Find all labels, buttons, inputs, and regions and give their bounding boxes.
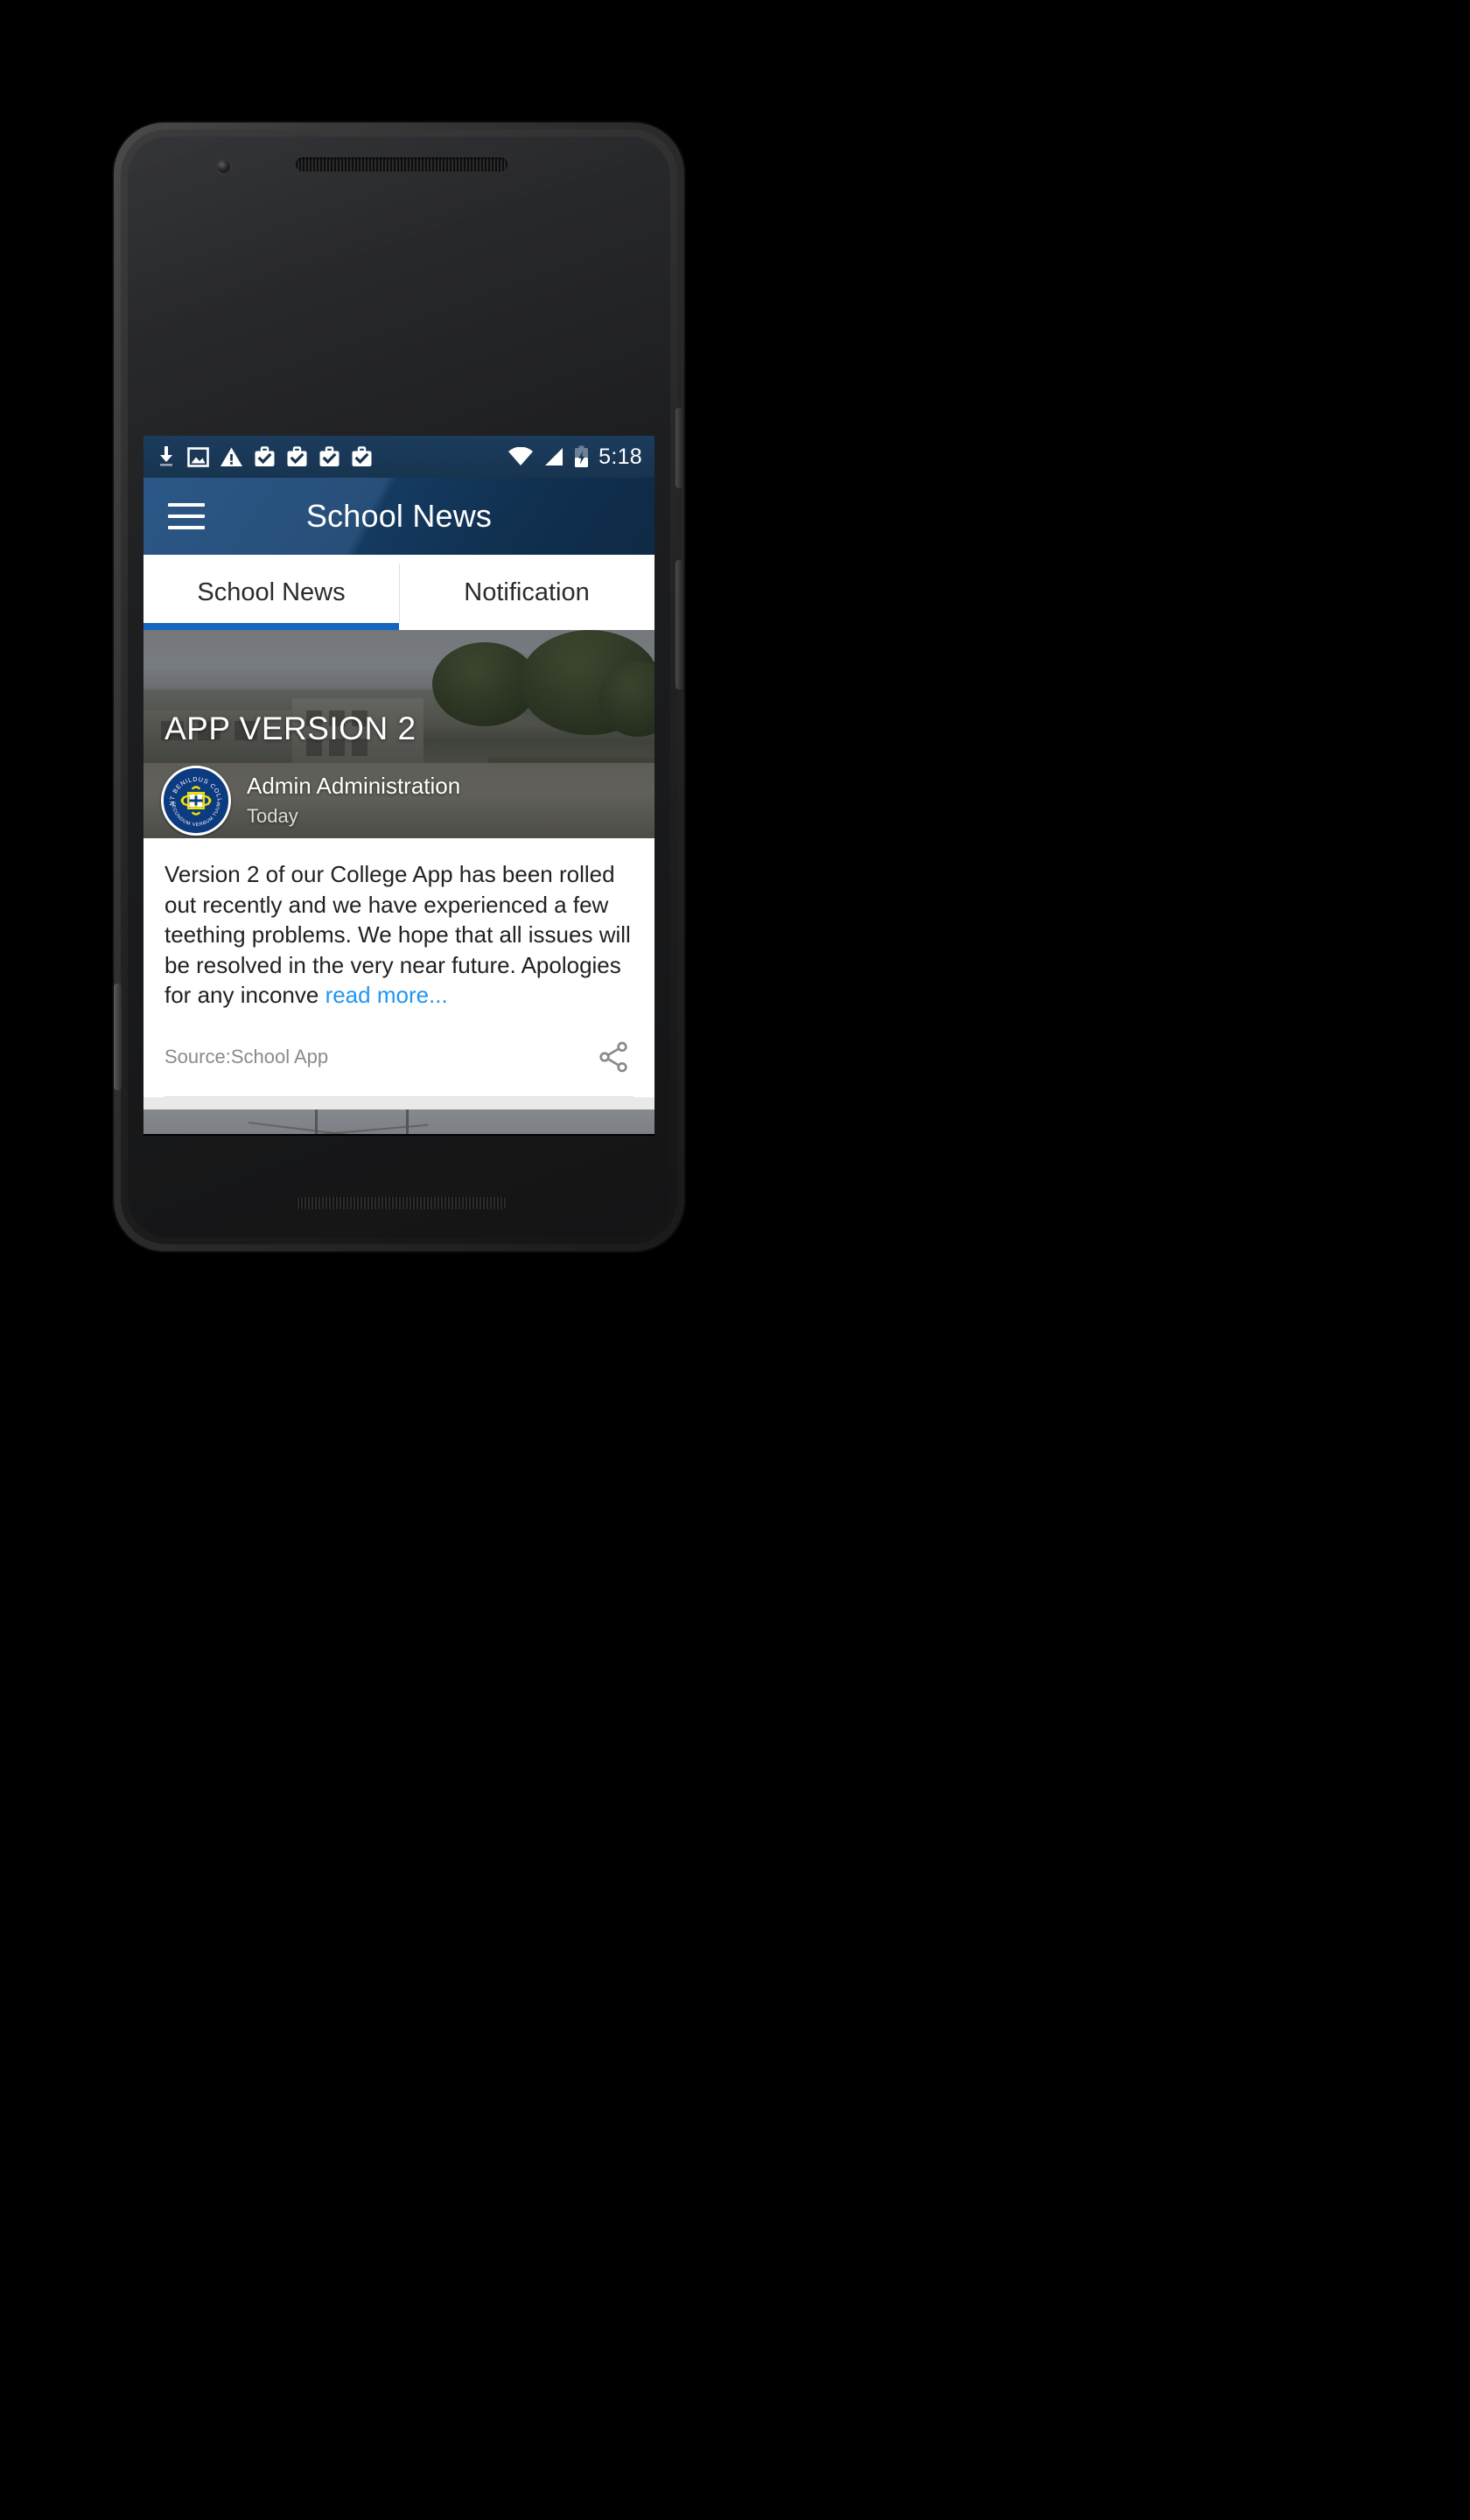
work-badge-icon bbox=[287, 445, 307, 466]
status-bar-clock: 5:18 bbox=[598, 444, 642, 469]
tab-school-news[interactable]: School News bbox=[144, 555, 399, 630]
battery-charging-icon bbox=[575, 445, 589, 467]
news-card[interactable]: APP VERSION 2 SAINT BENILDUS COLLEGE bbox=[144, 630, 654, 1097]
byline-text: Admin Administration Today bbox=[247, 774, 460, 828]
work-badge-icon bbox=[319, 445, 340, 466]
warning-icon bbox=[220, 447, 242, 466]
hero-scrim bbox=[144, 1109, 654, 1134]
left-side-button[interactable] bbox=[114, 984, 122, 1090]
download-icon bbox=[160, 446, 172, 466]
earpiece-speaker bbox=[296, 158, 508, 172]
avatar: SAINT BENILDUS COLLEGE SECUNDUM VERBUM T… bbox=[161, 766, 231, 836]
page-title: School News bbox=[305, 498, 493, 534]
tab-label: Notification bbox=[464, 578, 590, 606]
saint-benildus-college-crest: SAINT BENILDUS COLLEGE SECUNDUM VERBUM T… bbox=[164, 768, 228, 833]
article-byline: SAINT BENILDUS COLLEGE SECUNDUM VERBUM T… bbox=[161, 766, 639, 836]
tab-notification[interactable]: Notification bbox=[399, 555, 654, 630]
article-hero-image: 6TH YEAR BUSINESS FACULTY FOOTBALL TOURN… bbox=[144, 1109, 654, 1134]
cell-signal-icon bbox=[545, 447, 564, 466]
article-date: Today bbox=[247, 804, 298, 827]
bottom-speaker-grille bbox=[296, 1197, 508, 1209]
article-source: Source:School App bbox=[164, 1045, 329, 1068]
news-feed[interactable]: APP VERSION 2 SAINT BENILDUS COLLEGE bbox=[144, 630, 654, 1134]
news-card[interactable]: 6TH YEAR BUSINESS FACULTY FOOTBALL TOURN… bbox=[144, 1109, 654, 1134]
volume-button[interactable] bbox=[676, 560, 684, 690]
read-more-link[interactable]: read more... bbox=[326, 982, 448, 1008]
article-body-text: Version 2 of our College App has been ro… bbox=[164, 859, 634, 1011]
tab-bar: School News Notification bbox=[144, 555, 654, 630]
screenshot-root: 5:18 School News School News Notificatio… bbox=[0, 0, 1470, 2520]
share-button[interactable] bbox=[593, 1037, 634, 1077]
camera-icon bbox=[217, 160, 230, 173]
article-hero-image: APP VERSION 2 SAINT BENILDUS COLLEGE bbox=[144, 630, 654, 838]
work-badge-icon bbox=[352, 445, 372, 466]
app-bar: School News bbox=[144, 478, 654, 555]
work-badge-icon bbox=[255, 445, 275, 466]
share-icon bbox=[599, 1041, 627, 1073]
tab-label: School News bbox=[197, 578, 346, 606]
article-footer: Source:School App bbox=[144, 1011, 654, 1077]
phone-screen: 5:18 School News School News Notificatio… bbox=[144, 436, 654, 1136]
wifi-icon bbox=[508, 446, 534, 466]
article-headline: 6TH YEAR BUSINESS FACULTY FOOTBALL TOURN… bbox=[164, 1132, 639, 1134]
article-body: Version 2 of our College App has been ro… bbox=[144, 838, 654, 1011]
article-author: Admin Administration bbox=[247, 773, 461, 800]
power-button[interactable] bbox=[676, 408, 684, 488]
status-bar: 5:18 bbox=[144, 436, 654, 478]
android-navigation-bar bbox=[144, 1134, 654, 1136]
status-bar-left-icons bbox=[156, 445, 373, 468]
status-bar-right-icons: 5:18 bbox=[508, 436, 642, 478]
image-icon bbox=[187, 446, 209, 467]
article-headline: APP VERSION 2 bbox=[164, 710, 416, 746]
card-divider bbox=[164, 1096, 634, 1097]
